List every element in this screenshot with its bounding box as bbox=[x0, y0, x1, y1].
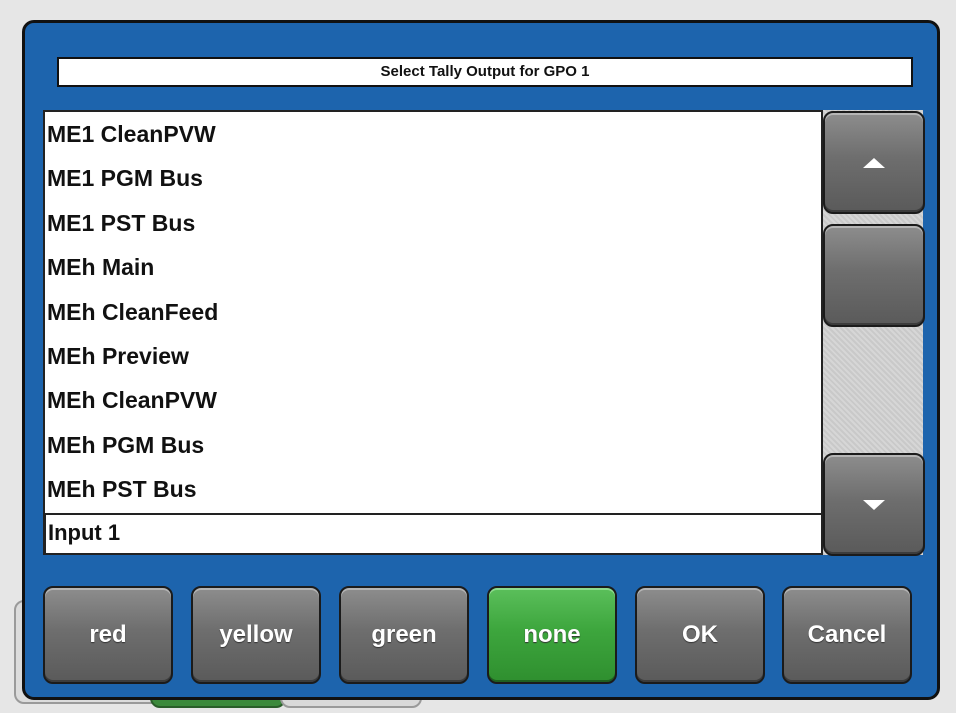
list-item[interactable]: ME1 CleanPVW bbox=[45, 112, 821, 156]
chevron-down-icon bbox=[863, 499, 885, 510]
cancel-button[interactable]: Cancel bbox=[782, 586, 912, 684]
selected-value-field[interactable]: Input 1 bbox=[43, 513, 823, 555]
yellow-button[interactable]: yellow bbox=[191, 586, 321, 684]
scrollbar-thumb[interactable] bbox=[823, 224, 925, 327]
ok-button[interactable]: OK bbox=[635, 586, 765, 684]
scroll-down-button[interactable] bbox=[823, 453, 925, 556]
list-item[interactable]: MEh CleanPVW bbox=[45, 378, 821, 422]
list-item[interactable]: MEh Main bbox=[45, 245, 821, 289]
tally-output-dialog: Select Tally Output for GPO 1 ME1 CleanP… bbox=[22, 20, 940, 700]
list-item[interactable]: MEh PST Bus bbox=[45, 467, 821, 511]
tally-output-list[interactable]: ME1 CleanPVW ME1 PGM Bus ME1 PST Bus MEh… bbox=[43, 110, 823, 555]
list-item[interactable]: MEh PGM Bus bbox=[45, 423, 821, 467]
list-item[interactable]: ME1 PGM Bus bbox=[45, 156, 821, 200]
list-item[interactable]: MEh CleanFeed bbox=[45, 290, 821, 334]
list-item[interactable]: MEh Preview bbox=[45, 334, 821, 378]
chevron-up-icon bbox=[863, 157, 885, 168]
scroll-up-button[interactable] bbox=[823, 111, 925, 214]
red-button[interactable]: red bbox=[43, 586, 173, 684]
dialog-title: Select Tally Output for GPO 1 bbox=[57, 57, 913, 87]
list-item[interactable]: ME1 PST Bus bbox=[45, 201, 821, 245]
none-button[interactable]: none bbox=[487, 586, 617, 684]
green-button[interactable]: green bbox=[339, 586, 469, 684]
